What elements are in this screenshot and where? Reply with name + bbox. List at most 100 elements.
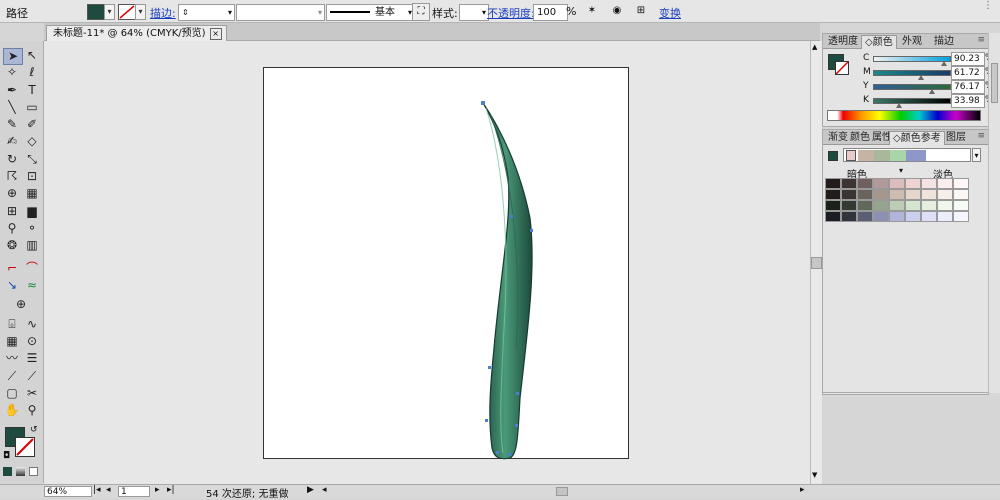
width-tool-icon[interactable]: ≈: [23, 278, 41, 293]
artboard[interactable]: [263, 67, 629, 459]
guide-swatch[interactable]: [889, 211, 905, 222]
guide-swatch[interactable]: [905, 200, 921, 211]
stroke-color-box[interactable]: [15, 437, 35, 457]
guide-swatch[interactable]: [857, 178, 873, 189]
rectangle-select-icon[interactable]: ▢: [3, 386, 21, 401]
tab-layers[interactable]: 图层: [943, 131, 969, 144]
slider-handle-icon[interactable]: [896, 103, 902, 108]
blob-brush-tool-icon[interactable]: ✍: [3, 134, 21, 149]
scroll-left-icon[interactable]: ◂: [322, 485, 327, 495]
stroke-weight-field[interactable]: ⇕ ▾: [178, 4, 235, 21]
close-icon[interactable]: ×: [209, 28, 222, 40]
harmony-rules-dropdown[interactable]: [843, 148, 971, 162]
guide-swatch[interactable]: [841, 189, 857, 200]
hand-tool-icon[interactable]: ✋: [3, 403, 21, 418]
last-page-icon[interactable]: ▸|: [167, 485, 175, 495]
scroll-up-icon[interactable]: ▲: [812, 43, 817, 51]
transform-link[interactable]: 变换: [659, 5, 681, 21]
stroke-label[interactable]: 描边:: [150, 5, 176, 21]
default-colors-icon[interactable]: ◘: [3, 451, 10, 461]
artboard-tool-icon[interactable]: ⌐: [3, 261, 21, 276]
first-page-icon[interactable]: |◂: [93, 485, 101, 495]
chevron-down-icon[interactable]: ▾: [972, 148, 981, 162]
guide-swatch[interactable]: [937, 211, 953, 222]
guide-swatch[interactable]: [873, 211, 889, 222]
swap-colors-icon[interactable]: ↺: [30, 425, 38, 435]
guide-swatch[interactable]: [825, 178, 841, 189]
panel-menu-icon[interactable]: ≡: [977, 131, 985, 141]
sparkle-icon[interactable]: ✶: [584, 3, 600, 19]
prev-page-icon[interactable]: ◂: [106, 485, 111, 495]
guide-swatch[interactable]: [857, 189, 873, 200]
warp-tool-icon[interactable]: ☈: [3, 169, 21, 184]
channel-value[interactable]: 61.72: [951, 66, 985, 80]
gradient-mode-icon[interactable]: [16, 467, 25, 476]
opacity-field[interactable]: 100: [533, 4, 568, 21]
variable-width-field[interactable]: ▾: [236, 4, 325, 21]
base-color-swatch[interactable]: [828, 151, 838, 161]
stroke-dropdown-icon[interactable]: ▾: [135, 4, 146, 20]
guide-swatch[interactable]: [937, 189, 953, 200]
black-channel[interactable]: K 33.98 %: [863, 94, 1000, 108]
tab-stroke[interactable]: 描边: [931, 35, 957, 48]
guide-swatch[interactable]: [857, 200, 873, 211]
blend-tool-icon[interactable]: ⚬: [23, 221, 41, 236]
column-graph-tool-icon[interactable]: ▥: [23, 238, 41, 253]
horizontal-scroll-thumb[interactable]: [556, 487, 568, 496]
lasso-tool-icon[interactable]: ℓ: [23, 65, 41, 80]
guide-swatch[interactable]: [873, 178, 889, 189]
perspective-grid-tool-icon[interactable]: ▦: [23, 186, 41, 201]
tab-transparency[interactable]: 透明度: [825, 35, 861, 48]
line-tool-icon[interactable]: ╲: [3, 100, 21, 115]
zoom-tool-icon[interactable]: ⚲: [23, 403, 41, 418]
next-page-icon[interactable]: ▸: [155, 485, 160, 495]
envelope-tool-icon[interactable]: ⌻: [3, 317, 21, 332]
guide-swatch[interactable]: [841, 200, 857, 211]
guide-swatch[interactable]: [841, 178, 857, 189]
channel-slider[interactable]: [873, 70, 951, 76]
none-mode-icon[interactable]: [29, 467, 38, 476]
knife-tool-icon[interactable]: ⟋: [23, 369, 41, 384]
guide-swatch[interactable]: [825, 200, 841, 211]
type-tool-icon[interactable]: T: [23, 83, 41, 98]
status-menu-icon[interactable]: ▶: [307, 485, 314, 495]
align-grid-icon[interactable]: ⊞: [633, 3, 649, 19]
recolor-icon[interactable]: ⛶: [412, 3, 430, 21]
guide-swatch[interactable]: [921, 200, 937, 211]
pencil-tool-icon[interactable]: ✐: [23, 117, 41, 132]
tab-color[interactable]: ◇颜色: [861, 35, 897, 49]
guide-swatch[interactable]: [953, 200, 969, 211]
grip-icon[interactable]: ⋮: [983, 0, 993, 11]
guide-swatch[interactable]: [953, 189, 969, 200]
magenta-channel[interactable]: M 61.72 %: [863, 66, 1000, 80]
magic-wand-tool-icon[interactable]: ✧: [3, 65, 21, 80]
channel-slider[interactable]: [873, 98, 951, 104]
guide-swatch[interactable]: [905, 211, 921, 222]
stroke-swatch[interactable]: [118, 4, 136, 20]
guide-swatch[interactable]: [937, 200, 953, 211]
color-guide-grid[interactable]: [825, 178, 975, 234]
guide-swatch[interactable]: [825, 189, 841, 200]
guide-swatch[interactable]: [905, 178, 921, 189]
guide-swatch[interactable]: [889, 178, 905, 189]
guide-swatch[interactable]: [937, 178, 953, 189]
color-mode-icon[interactable]: [3, 467, 12, 476]
vertical-scrollbar[interactable]: ▲ ▼: [810, 41, 822, 484]
mesh-tool-icon[interactable]: ⊞: [3, 204, 21, 219]
guide-swatch[interactable]: [953, 211, 969, 222]
channel-slider[interactable]: [873, 84, 951, 90]
shape-builder-tool-icon[interactable]: ⊕: [3, 186, 21, 201]
scroll-right-icon[interactable]: ▸: [800, 485, 805, 495]
guide-swatch[interactable]: [889, 200, 905, 211]
guide-swatch[interactable]: [857, 211, 873, 222]
scroll-thumb[interactable]: [811, 257, 822, 269]
guide-swatch[interactable]: [841, 211, 857, 222]
crosshair-tool-icon[interactable]: ⊕: [12, 297, 30, 312]
guide-swatch[interactable]: [825, 211, 841, 222]
direct-selection-tool-icon[interactable]: ↖: [23, 48, 41, 63]
channel-value[interactable]: 33.98: [951, 94, 985, 108]
panel-scrollbar[interactable]: [988, 33, 1000, 393]
scale-tool-icon[interactable]: ⤡: [23, 152, 41, 167]
gradient-tool-icon[interactable]: ▆: [23, 204, 41, 219]
hand-path-icon[interactable]: ↘: [3, 278, 21, 293]
